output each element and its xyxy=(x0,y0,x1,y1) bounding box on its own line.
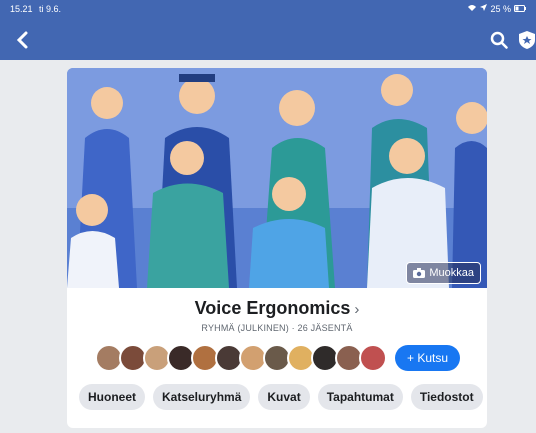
group-tab[interactable]: Tiedostot xyxy=(410,384,483,410)
chevron-right-icon: › xyxy=(354,301,360,318)
cover-photo: Muokkaa xyxy=(67,68,487,288)
admin-shield-button[interactable] xyxy=(518,30,536,50)
cover-illustration xyxy=(67,68,487,288)
search-button[interactable] xyxy=(490,31,508,49)
back-button[interactable] xyxy=(14,30,32,50)
member-avatar[interactable] xyxy=(359,344,387,372)
group-title: Voice Ergonomics xyxy=(194,298,351,318)
group-tab[interactable]: Huoneet xyxy=(79,384,145,410)
status-bar: 15.21 ti 9.6. 25 % xyxy=(0,0,536,20)
edit-cover-button[interactable]: Muokkaa xyxy=(406,262,481,284)
member-avatars-row[interactable]: + Kutsu xyxy=(95,344,461,372)
group-tabs: Huoneet Katseluryhmä Kuvat Tapahtumat Tiedos… xyxy=(79,384,487,410)
search-icon xyxy=(490,31,508,49)
battery-icon xyxy=(514,4,526,14)
location-icon xyxy=(480,4,488,14)
camera-icon xyxy=(413,268,426,278)
group-subtitle: RYHMÄ (JULKINEN) · 26 JÄSENTÄ xyxy=(201,323,353,333)
invite-button[interactable]: + Kutsu xyxy=(395,345,461,371)
group-tab[interactable]: Katseluryhmä xyxy=(153,384,251,410)
shield-icon xyxy=(519,31,535,49)
status-time: 15.21 xyxy=(10,4,33,14)
group-title-row[interactable]: Voice Ergonomics › xyxy=(67,298,487,319)
top-nav-bar xyxy=(0,20,536,60)
status-time-date: 15.21 ti 9.6. xyxy=(10,4,61,14)
wifi-icon xyxy=(467,4,477,14)
status-icons: 25 % xyxy=(467,4,526,14)
edit-cover-label: Muokkaa xyxy=(429,267,474,279)
group-tab[interactable]: Kuvat xyxy=(258,384,310,410)
group-header-card: Muokkaa Voice Ergonomics › RYHMÄ (JULKINE… xyxy=(67,68,487,428)
chevron-left-icon xyxy=(16,31,28,49)
group-tab[interactable]: Tapahtumat xyxy=(317,384,403,410)
status-date: ti 9.6. xyxy=(39,4,62,14)
battery-text: 25 % xyxy=(490,4,511,14)
